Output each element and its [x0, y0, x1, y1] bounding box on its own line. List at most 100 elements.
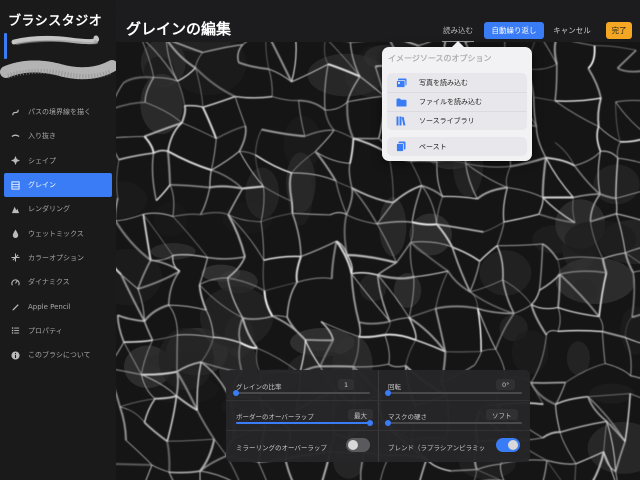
grain-scale-label: グレインの比率 — [236, 383, 282, 391]
mask-hardness-setting: マスクの硬さ ソフト — [378, 402, 530, 428]
sidebar-item-color-dynamics[interactable]: カラーオプション — [0, 246, 116, 270]
pencil-icon — [10, 302, 20, 312]
slider-knob[interactable] — [385, 390, 391, 396]
rotation-setting: 回転 0° — [378, 372, 530, 398]
sidebar-item-apple-pencil[interactable]: Apple Pencil — [0, 294, 116, 318]
panel-divider — [226, 400, 530, 401]
grain-scale-slider[interactable] — [233, 390, 370, 396]
cancel-button[interactable]: キャンセル — [548, 22, 596, 39]
blend-toggle[interactable] — [496, 438, 520, 452]
border-overlap-slider[interactable] — [236, 420, 373, 426]
color-dynamics-icon — [10, 253, 20, 263]
sidebar-nav: パスの境界線を描く 入り抜き シェイプ グレイン レンダリング ウェットミックス… — [0, 100, 116, 367]
sidebar-item-label: グレイン — [28, 181, 56, 190]
stroke-preview-accent — [4, 33, 7, 59]
rendering-icon — [10, 204, 20, 214]
mirror-overlap-toggle[interactable] — [346, 438, 370, 452]
import-file-option[interactable]: ファイルを読み込む — [387, 92, 527, 111]
import-button-label: 読み込む — [443, 26, 473, 35]
source-library-label: ソースライブラリ — [419, 117, 475, 125]
grain-shade — [379, 197, 407, 257]
popover-title: イメージソースのオプション — [388, 54, 492, 63]
grain-settings-panel: グレインの比率 1 回転 0° ボーダーのオーバーラップ 最大 マスクの硬さ ソ… — [226, 370, 530, 462]
sidebar-item-label: レンダリング — [28, 205, 70, 214]
paste-label: ペースト — [419, 142, 447, 151]
panel-divider — [226, 430, 530, 431]
editor-header: グレインの編集 読み込む 自動繰り返し キャンセル 完了 — [116, 4, 640, 42]
import-options-group: 写真を読み込む ファイルを読み込む ソースライブラリ — [387, 73, 527, 130]
sidebar-item-label: シェイプ — [28, 156, 56, 165]
sidebar-item-label: パスの境界線を描く — [28, 108, 91, 117]
border-overlap-label: ボーダーのオーバーラップ — [236, 413, 314, 421]
sidebar-item-about[interactable]: このブラシについて — [0, 343, 116, 367]
border-overlap-setting: ボーダーのオーバーラップ 最大 — [226, 402, 378, 428]
sidebar-item-properties[interactable]: プロパティ — [0, 319, 116, 343]
app-title: ブラシスタジオ — [8, 14, 103, 29]
source-library-option[interactable]: ソースライブラリ — [387, 111, 527, 130]
brush-stroke-preview[interactable] — [0, 32, 118, 92]
grain-shade — [245, 167, 280, 219]
mask-hardness-label: マスクの硬さ — [388, 413, 427, 421]
sidebar-item-label: このブラシについて — [28, 351, 91, 360]
import-button[interactable]: 読み込む — [438, 22, 478, 42]
sidebar-item-shape[interactable]: シェイプ — [0, 149, 116, 173]
sidebar-item-label: ダイナミクス — [28, 278, 70, 287]
toggle-knob — [348, 440, 358, 450]
taper-icon — [10, 131, 20, 141]
auto-repeat-button[interactable]: 自動繰り返し — [484, 22, 544, 39]
stroke-preview-graphic — [0, 35, 118, 80]
sidebar-item-stroke-path[interactable]: パスの境界線を描く — [0, 100, 116, 124]
sidebar-item-taper[interactable]: 入り抜き — [0, 124, 116, 148]
library-icon — [395, 116, 407, 126]
grain-vein — [290, 201, 294, 214]
dynamics-icon — [10, 277, 20, 287]
import-photo-option[interactable]: 写真を読み込む — [387, 73, 527, 92]
import-file-label: ファイルを読み込む — [419, 98, 482, 106]
toggle-knob — [508, 440, 518, 450]
properties-icon — [10, 326, 20, 336]
grain-shade — [154, 201, 188, 237]
photo-icon — [395, 78, 407, 88]
slider-knob[interactable] — [233, 390, 239, 396]
folder-icon — [395, 97, 407, 107]
sidebar-item-dynamics[interactable]: ダイナミクス — [0, 270, 116, 294]
sidebar-item-grain[interactable]: グレイン — [4, 172, 112, 198]
mask-hardness-value[interactable]: ソフト — [486, 409, 518, 420]
paste-option[interactable]: ペースト — [387, 137, 527, 156]
grain-vein — [116, 463, 152, 466]
grain-shade — [158, 327, 214, 391]
grain-shade — [359, 273, 387, 302]
sidebar: ブラシスタジオ パスの境界線を描く 入り抜き シェイプ グレイン レンダリング … — [0, 0, 118, 480]
slider-knob[interactable] — [367, 420, 373, 426]
done-button[interactable]: 完了 — [606, 22, 632, 39]
rotation-slider[interactable] — [385, 390, 522, 396]
paste-group: ペースト — [387, 137, 527, 156]
grain-shade — [511, 329, 549, 375]
grain-scale-setting: グレインの比率 1 — [226, 372, 378, 398]
wet-mix-icon — [10, 229, 20, 239]
sidebar-item-label: Apple Pencil — [28, 302, 71, 311]
slider-knob[interactable] — [385, 420, 391, 426]
grain-scale-value[interactable]: 1 — [338, 379, 355, 390]
shape-icon — [10, 156, 20, 166]
paste-icon — [395, 141, 407, 152]
sidebar-item-label: ウェットミックス — [28, 229, 84, 238]
sidebar-item-wet-mix[interactable]: ウェットミックス — [0, 221, 116, 245]
stroke-path-icon — [10, 107, 20, 117]
sidebar-item-rendering[interactable]: レンダリング — [0, 197, 116, 221]
page-title: グレインの編集 — [126, 20, 232, 38]
mask-hardness-slider[interactable] — [385, 420, 522, 426]
grain-icon — [10, 180, 20, 190]
info-icon — [10, 350, 20, 360]
slider-fill — [236, 422, 370, 424]
import-photo-label: 写真を読み込む — [419, 78, 468, 87]
image-source-popover: イメージソースのオプション 写真を読み込む ファイルを読み込む ソースライブラリ — [382, 41, 532, 161]
rotation-value[interactable]: 0° — [496, 379, 516, 390]
rotation-label: 回転 — [388, 383, 401, 391]
sidebar-item-label: カラーオプション — [28, 253, 84, 262]
border-overlap-value[interactable]: 最大 — [348, 409, 373, 420]
sidebar-item-label: プロパティ — [28, 326, 63, 335]
mirror-overlap-label: ミラーリングのオーバーラップ — [236, 444, 327, 452]
blend-label: ブレンド（ラプラシアンピラミッ — [388, 444, 486, 452]
sidebar-item-label: 入り抜き — [28, 132, 56, 141]
